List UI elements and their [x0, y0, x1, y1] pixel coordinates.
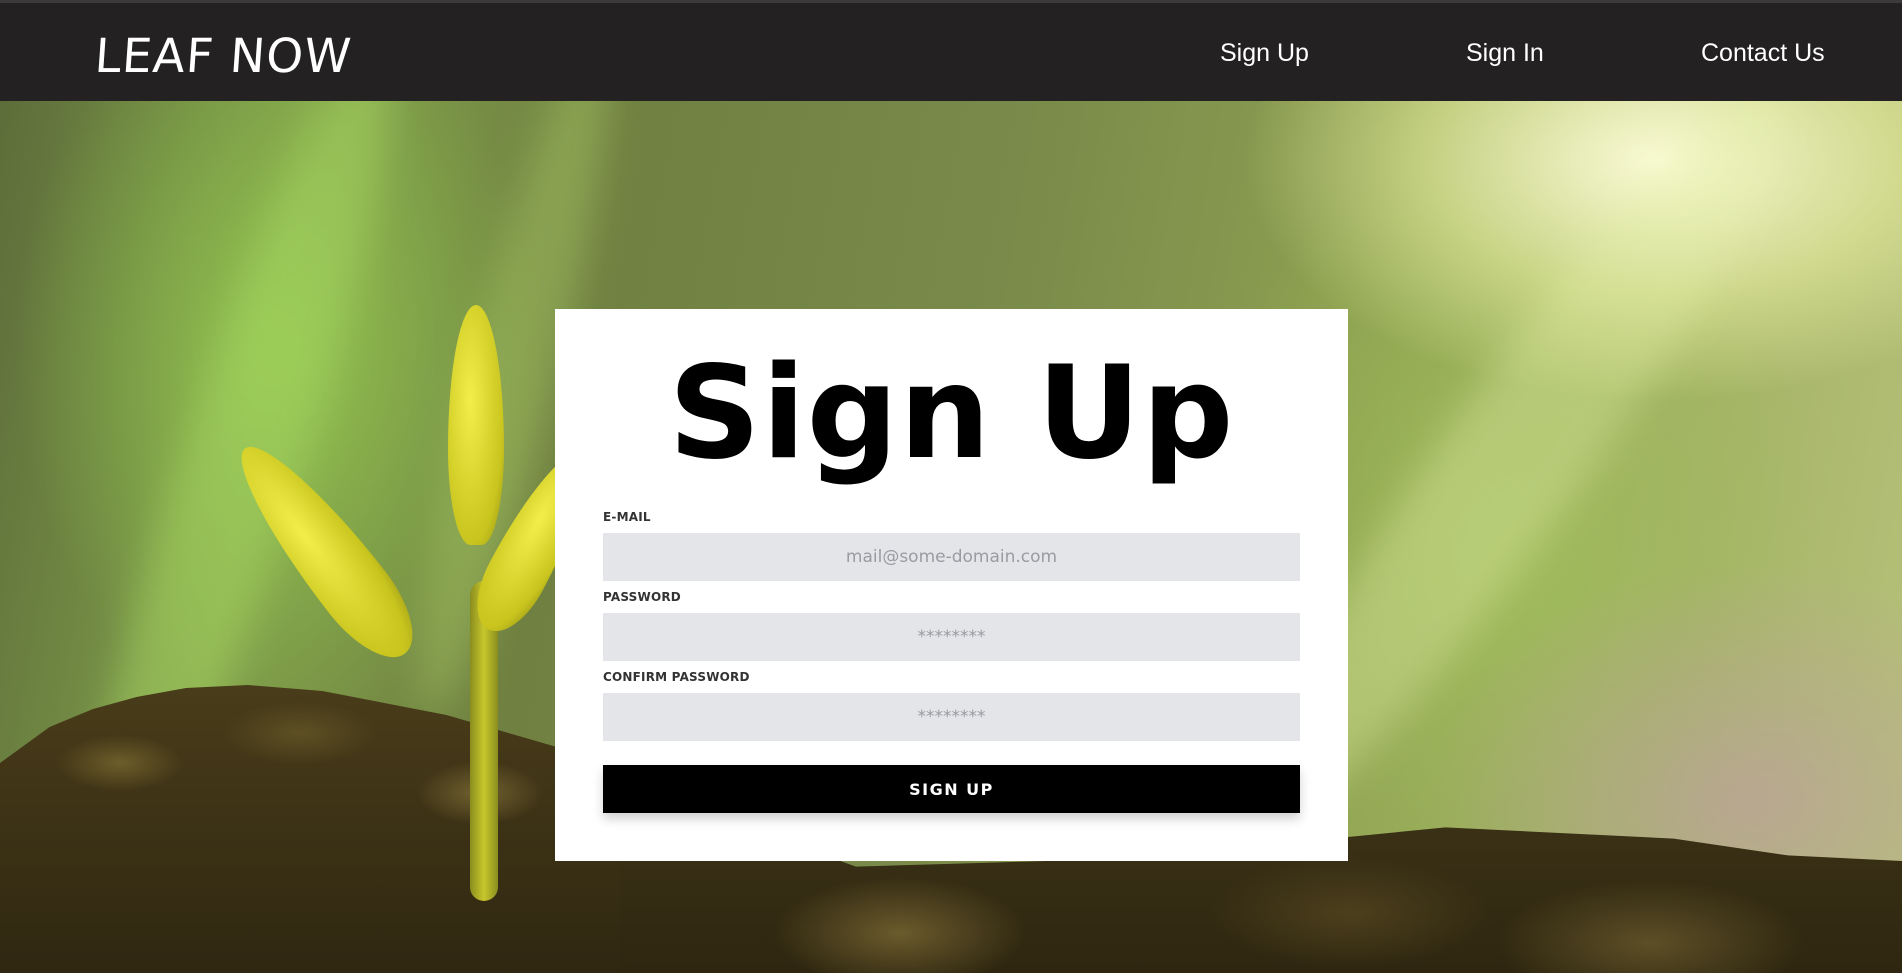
site-logo[interactable]: LEAF NOW	[93, 29, 353, 84]
password-input[interactable]	[603, 613, 1300, 661]
top-navbar: LEAF NOW Sign Up Sign In Contact Us	[0, 0, 1902, 101]
sign-up-button[interactable]: SIGN UP	[603, 765, 1300, 813]
confirm-password-label: CONFIRM PASSWORD	[603, 670, 750, 684]
form-title: Sign Up	[668, 339, 1235, 488]
nav-sign-in-link[interactable]: Sign In	[1466, 39, 1544, 68]
nav-sign-up-link[interactable]: Sign Up	[1220, 39, 1309, 68]
email-input[interactable]	[603, 533, 1300, 581]
nav-contact-us-link[interactable]: Contact Us	[1701, 39, 1825, 68]
confirm-password-input[interactable]	[603, 693, 1300, 741]
email-label: E-MAIL	[603, 510, 651, 524]
sign-up-form-card: Sign Up E-MAIL PASSWORD CONFIRM PASSWORD…	[555, 309, 1348, 861]
soil-mound	[0, 685, 620, 973]
password-label: PASSWORD	[603, 590, 681, 604]
